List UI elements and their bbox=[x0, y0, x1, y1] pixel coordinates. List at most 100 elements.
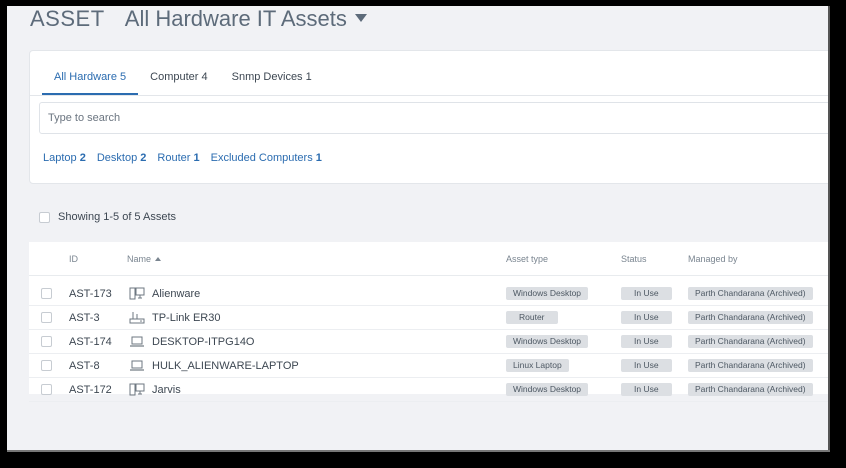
row-checkbox-cell bbox=[41, 378, 52, 401]
filter-laptop[interactable]: Laptop 2 bbox=[43, 152, 86, 164]
tab-snmp-devices[interactable]: Snmp Devices 1 bbox=[220, 63, 324, 95]
asset-name: TP-Link ER30 bbox=[152, 311, 221, 324]
filter-card: All Hardware 5 Computer 4 Snmp Devices 1 bbox=[29, 50, 828, 184]
filter-label: Excluded Computers bbox=[210, 152, 313, 164]
asset-name: Alienware bbox=[152, 287, 201, 300]
select-all-checkbox[interactable] bbox=[39, 211, 50, 223]
filter-label: Laptop bbox=[43, 152, 77, 164]
tab-bar: All Hardware 5 Computer 4 Snmp Devices 1 bbox=[42, 63, 324, 95]
asset-name-cell[interactable]: Jarvis bbox=[129, 378, 181, 401]
asset-name: HULK_ALIENWARE-LAPTOP bbox=[152, 359, 299, 372]
app-window: ASSET All Hardware IT Assets All Hardwar… bbox=[7, 6, 828, 450]
asset-type-badge: Router bbox=[506, 311, 558, 324]
row-checkbox-cell bbox=[41, 330, 52, 353]
status-cell: In Use bbox=[621, 354, 672, 377]
status-cell: In Use bbox=[621, 306, 672, 329]
asset-name-cell[interactable]: TP-Link ER30 bbox=[129, 306, 220, 329]
table-row[interactable]: AST-174 DESKTOP-ITPG14O Windows Desktop … bbox=[29, 330, 828, 354]
asset-name: Jarvis bbox=[152, 383, 181, 396]
filter-label: Router bbox=[157, 152, 191, 164]
row-checkbox-cell bbox=[41, 354, 52, 377]
column-header-managed-by[interactable]: Managed by bbox=[688, 254, 738, 264]
table-row[interactable]: AST-8 HULK_ALIENWARE-LAPTOP Linux Laptop… bbox=[29, 354, 828, 378]
column-header-asset-type[interactable]: Asset type bbox=[506, 254, 548, 264]
frame-border bbox=[0, 0, 846, 6]
row-checkbox-cell bbox=[41, 306, 52, 329]
asset-type-cell: Windows Desktop bbox=[506, 282, 589, 305]
filter-router[interactable]: Router 1 bbox=[157, 152, 199, 164]
asset-id: AST-173 bbox=[69, 287, 112, 300]
asset-name-cell[interactable]: Alienware bbox=[129, 282, 200, 305]
asset-type-badge: Windows Desktop bbox=[506, 335, 589, 348]
asset-type-cell: Router bbox=[506, 306, 558, 329]
asset-id: AST-174 bbox=[69, 335, 112, 348]
row-checkbox[interactable] bbox=[41, 312, 52, 323]
filter-desktop[interactable]: Desktop 2 bbox=[97, 152, 147, 164]
asset-type-badge: Windows Desktop bbox=[506, 287, 589, 300]
row-checkbox[interactable] bbox=[41, 288, 52, 299]
module-name: ASSET bbox=[30, 6, 105, 31]
asset-name-cell[interactable]: DESKTOP-ITPG14O bbox=[129, 330, 255, 353]
status-badge: In Use bbox=[621, 311, 672, 324]
tab-computer[interactable]: Computer 4 bbox=[138, 63, 219, 95]
asset-type-cell: Windows Desktop bbox=[506, 330, 589, 353]
row-checkbox-cell bbox=[41, 282, 52, 305]
laptop-icon bbox=[129, 335, 145, 348]
row-checkbox[interactable] bbox=[41, 360, 52, 371]
filter-label: Desktop bbox=[96, 152, 138, 164]
managed-by-cell: Parth Chandarana (Archived) bbox=[688, 282, 813, 305]
table-row[interactable]: AST-172 Jarvis Windows Desktop In Use Pa… bbox=[29, 378, 828, 402]
sort-ascending-icon bbox=[155, 257, 162, 261]
tab-count: 5 bbox=[120, 71, 127, 83]
view-selector[interactable]: All Hardware IT Assets bbox=[125, 6, 367, 31]
router-icon bbox=[129, 311, 145, 324]
filter-count: 2 bbox=[79, 152, 86, 164]
results-summary: Showing 1-5 of 5 Assets bbox=[39, 211, 176, 223]
filter-excluded-computers[interactable]: Excluded Computers 1 bbox=[211, 152, 322, 164]
column-header-name-label: Name bbox=[127, 254, 152, 264]
tab-label: Snmp Devices bbox=[231, 71, 303, 83]
asset-id: AST-8 bbox=[69, 359, 100, 372]
tab-all-hardware[interactable]: All Hardware 5 bbox=[42, 63, 139, 95]
desktop-icon bbox=[129, 287, 145, 300]
asset-type-cell: Linux Laptop bbox=[506, 354, 569, 377]
laptop-icon bbox=[129, 359, 145, 372]
managed-by-badge: Parth Chandarana (Archived) bbox=[688, 359, 813, 372]
row-checkbox[interactable] bbox=[41, 336, 52, 347]
managed-by-badge: Parth Chandarana (Archived) bbox=[688, 311, 813, 324]
caret-down-icon bbox=[354, 14, 367, 22]
asset-name: DESKTOP-ITPG14O bbox=[152, 335, 255, 348]
tab-label: Computer bbox=[150, 71, 199, 83]
search-box bbox=[39, 102, 828, 134]
frame-border bbox=[0, 0, 7, 468]
asset-type-badge: Windows Desktop bbox=[506, 383, 589, 396]
column-header-name[interactable]: Name bbox=[127, 254, 162, 264]
tab-divider bbox=[30, 95, 828, 96]
asset-type-badge: Linux Laptop bbox=[506, 359, 569, 372]
column-header-id[interactable]: ID bbox=[69, 254, 78, 264]
tab-count: 1 bbox=[305, 71, 312, 83]
column-header-status[interactable]: Status bbox=[621, 254, 647, 264]
frame-border bbox=[830, 0, 846, 468]
view-name: All Hardware IT Assets bbox=[124, 6, 347, 31]
results-count-text: Showing 1-5 of 5 Assets bbox=[58, 211, 177, 223]
managed-by-badge: Parth Chandarana (Archived) bbox=[688, 383, 813, 396]
row-checkbox[interactable] bbox=[41, 384, 52, 395]
frame-border bbox=[0, 452, 846, 468]
status-badge: In Use bbox=[621, 383, 672, 396]
managed-by-cell: Parth Chandarana (Archived) bbox=[688, 354, 813, 377]
search-input[interactable] bbox=[40, 103, 828, 133]
table-row[interactable]: AST-173 Alienware Windows Desktop In Use… bbox=[29, 282, 828, 306]
status-cell: In Use bbox=[621, 282, 672, 305]
status-cell: In Use bbox=[621, 378, 672, 401]
managed-by-cell: Parth Chandarana (Archived) bbox=[688, 306, 813, 329]
asset-table: ID Name Asset type Status Managed by AST… bbox=[29, 242, 828, 402]
asset-name-cell[interactable]: HULK_ALIENWARE-LAPTOP bbox=[129, 354, 299, 377]
managed-by-cell: Parth Chandarana (Archived) bbox=[688, 330, 813, 353]
managed-by-badge: Parth Chandarana (Archived) bbox=[688, 287, 813, 300]
status-badge: In Use bbox=[621, 287, 672, 300]
status-badge: In Use bbox=[621, 335, 672, 348]
table-row[interactable]: AST-3 TP-Link ER30 Router In Use Parth C… bbox=[29, 306, 828, 330]
managed-by-badge: Parth Chandarana (Archived) bbox=[688, 335, 813, 348]
status-badge: In Use bbox=[621, 359, 672, 372]
